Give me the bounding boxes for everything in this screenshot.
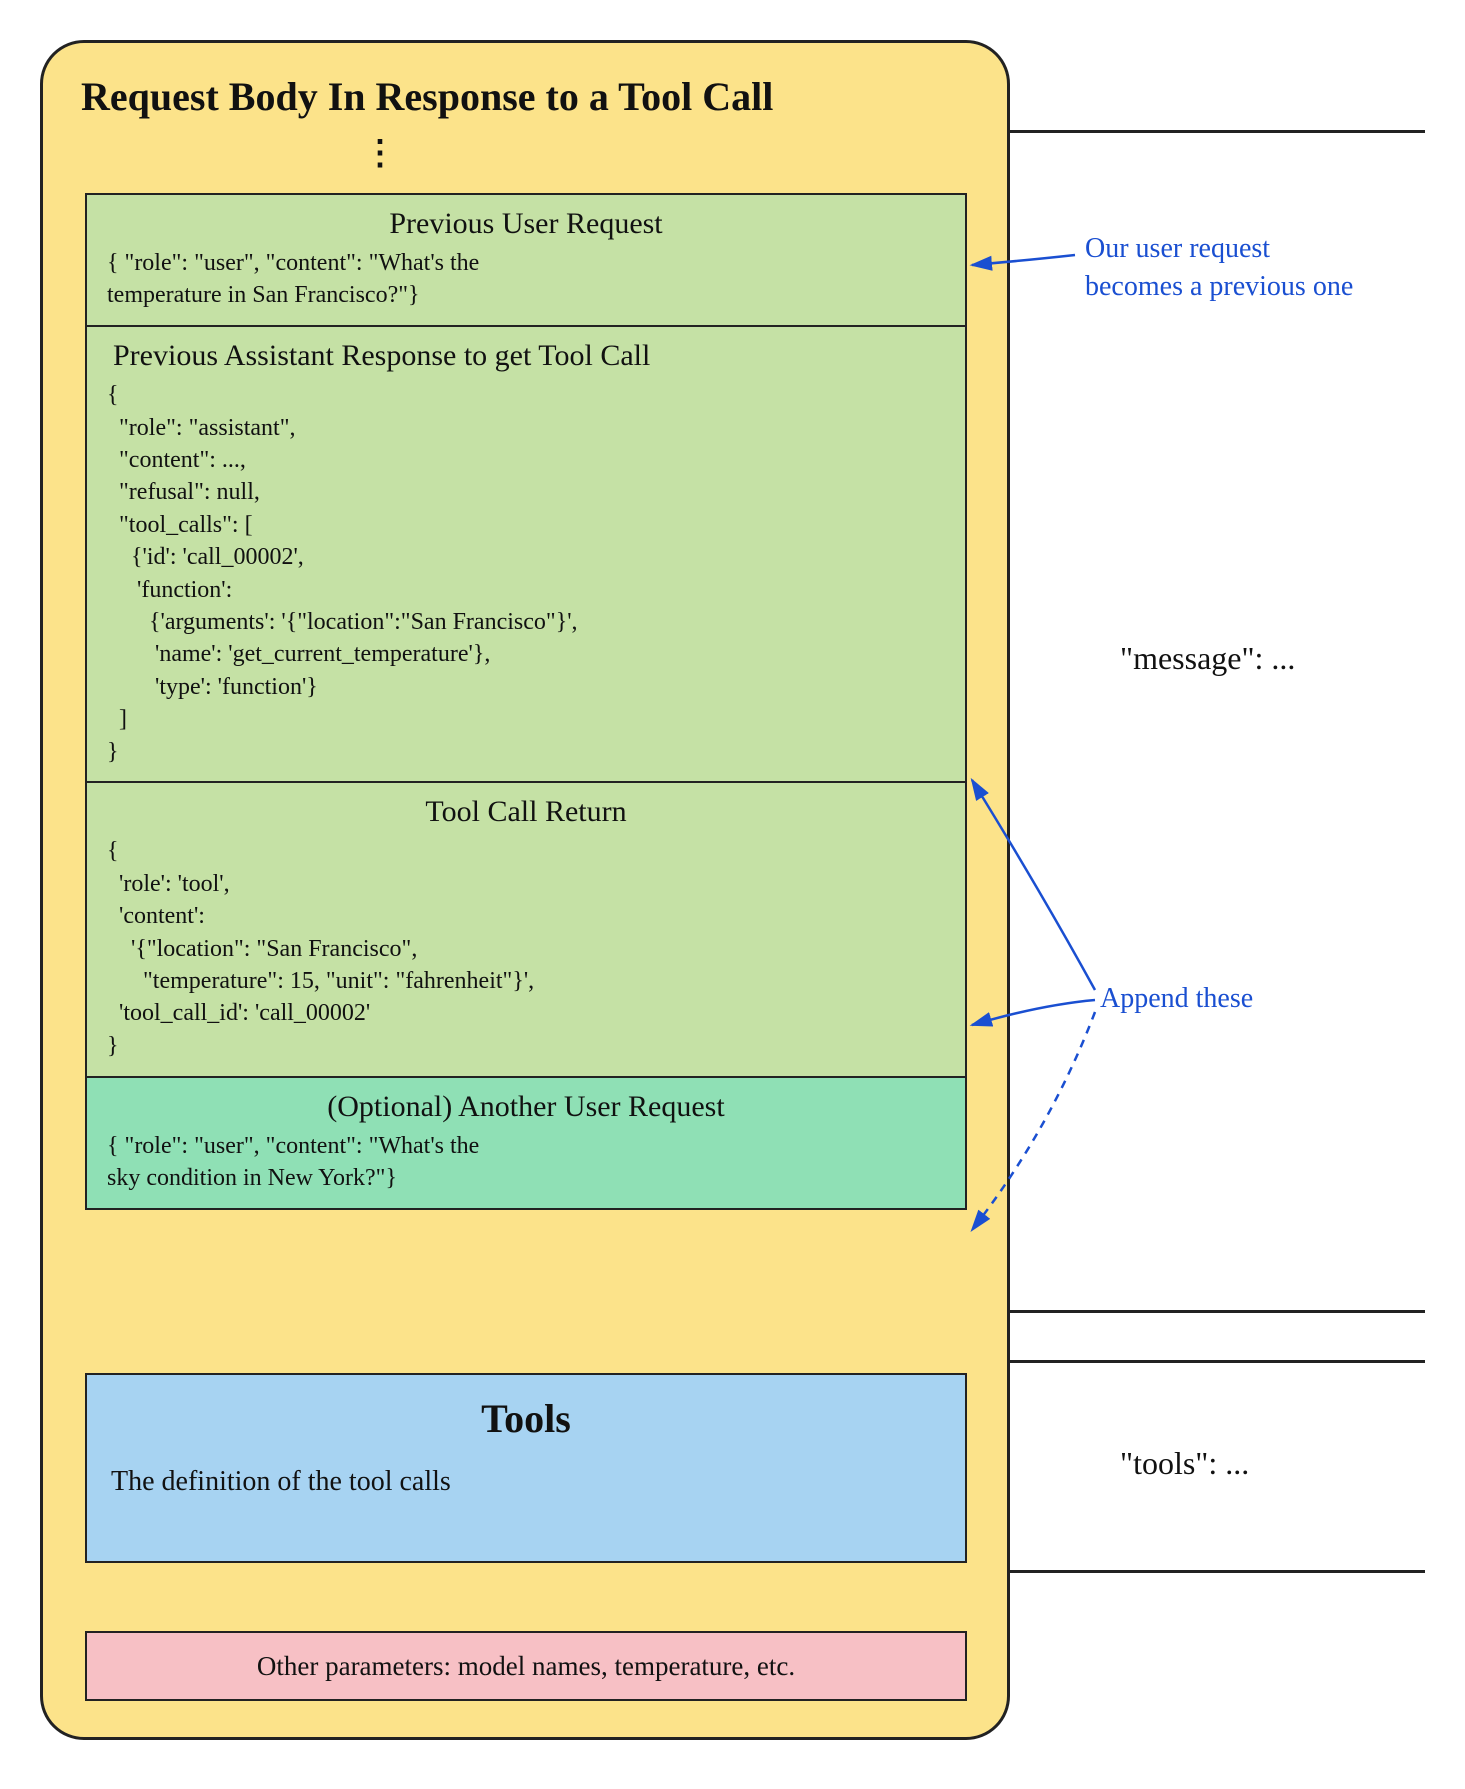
diagram-stage: Request Body In Response to a Tool Call … (40, 40, 1425, 1740)
other-parameters-block: Other parameters: model names, temperatu… (85, 1631, 967, 1701)
vertical-ellipsis-icon: ⋮ (363, 133, 399, 173)
block-code: { 'role': 'tool', 'content': '{"location… (107, 835, 945, 1062)
params-text: Other parameters: model names, temperatu… (257, 1651, 795, 1681)
optional-user-request-block: (Optional) Another User Request { "role"… (85, 1076, 967, 1211)
annotation-becomes-previous: Our user request becomes a previous one (1085, 230, 1353, 306)
annotation-append-these: Append these (1100, 980, 1253, 1018)
divider-tools-start (966, 1360, 1425, 1363)
previous-assistant-response-block: Previous Assistant Response to get Tool … (85, 325, 967, 784)
previous-user-request-block: Previous User Request { "role": "user", … (85, 193, 967, 328)
block-code: { "role": "user", "content": "What's the… (107, 1130, 945, 1195)
block-title: (Optional) Another User Request (107, 1088, 945, 1130)
block-code: { "role": "assistant", "content": ..., "… (107, 379, 945, 768)
main-title: Request Body In Response to a Tool Call (77, 71, 973, 126)
tool-call-return-block: Tool Call Return { 'role': 'tool', 'cont… (85, 781, 967, 1078)
block-title: Previous Assistant Response to get Tool … (107, 337, 945, 379)
block-code: { "role": "user", "content": "What's the… (107, 247, 945, 312)
request-body-container: Request Body In Response to a Tool Call … (40, 40, 1010, 1740)
divider-tools-end (966, 1570, 1425, 1573)
block-title: Tool Call Return (107, 793, 945, 835)
tools-block: Tools The definition of the tool calls (85, 1373, 967, 1563)
key-label-tools: "tools": ... (1120, 1445, 1249, 1482)
messages-stack: Previous User Request { "role": "user", … (85, 193, 967, 1208)
tools-desc: The definition of the tool calls (107, 1442, 945, 1498)
tools-title: Tools (107, 1385, 945, 1442)
key-label-message: "message": ... (1120, 640, 1295, 677)
divider-message-end (966, 1310, 1425, 1313)
block-title: Previous User Request (107, 205, 945, 247)
